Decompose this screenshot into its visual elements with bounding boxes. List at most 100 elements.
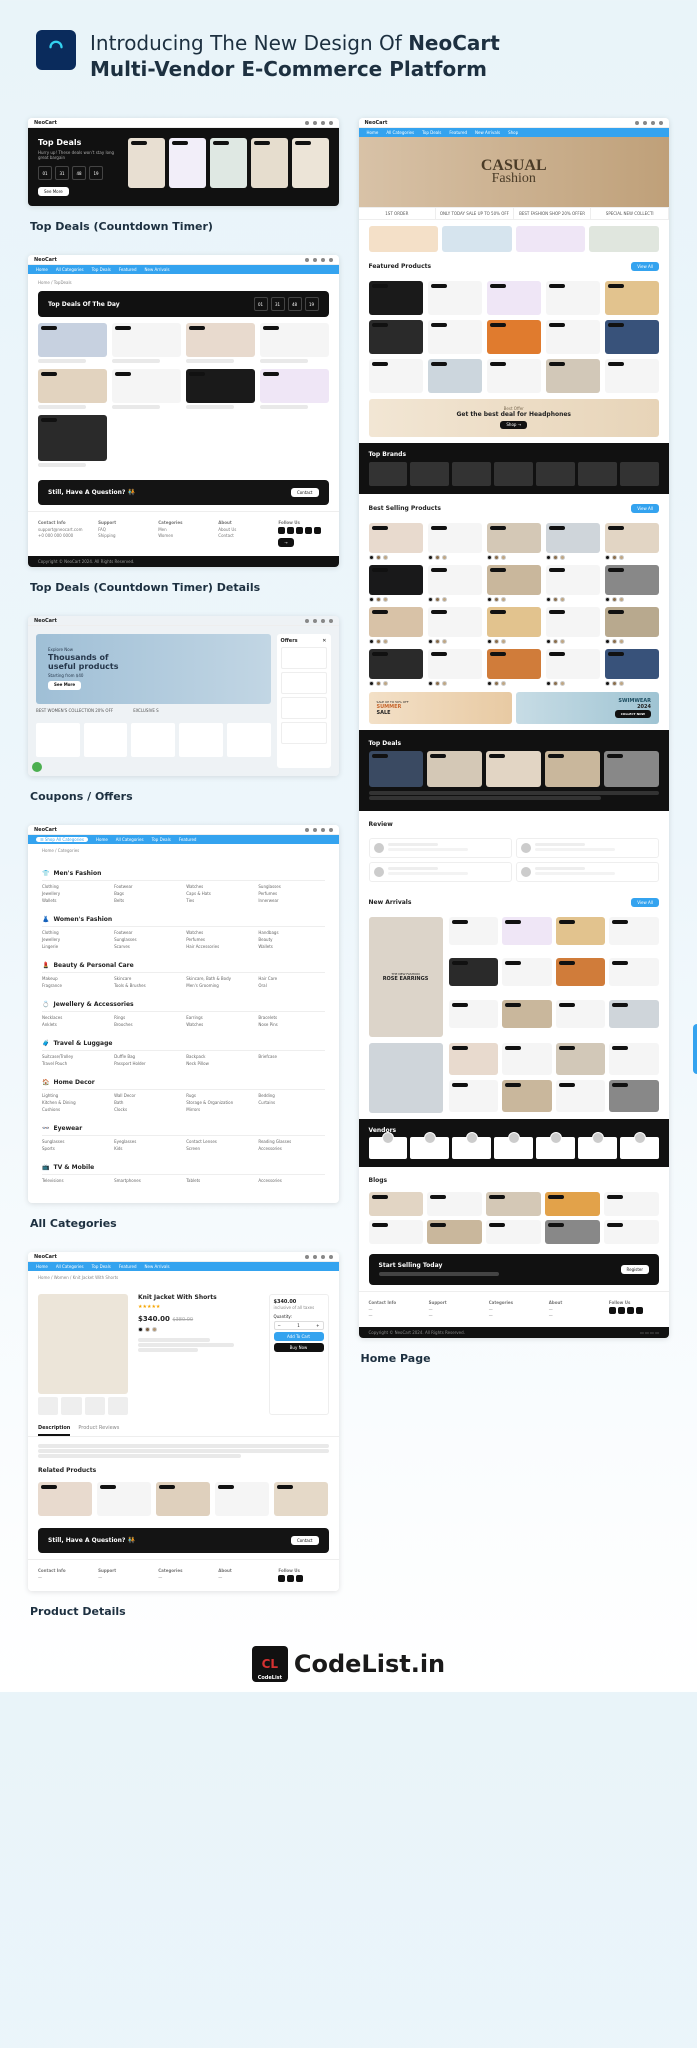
category-link[interactable]: Bedding — [258, 1093, 324, 1098]
product-card[interactable] — [487, 320, 541, 354]
product-card[interactable] — [369, 281, 423, 315]
product-card[interactable] — [605, 359, 659, 393]
product-card[interactable] — [369, 523, 423, 560]
vendor-card[interactable] — [536, 1137, 575, 1159]
contact-button[interactable]: Contact — [291, 1536, 319, 1545]
blog-card[interactable] — [427, 1220, 482, 1244]
category-link[interactable]: Scarves — [114, 944, 180, 949]
product-card[interactable] — [449, 1000, 499, 1028]
blog-card[interactable] — [545, 1220, 600, 1244]
category-link[interactable]: Caps & Hats — [186, 891, 252, 896]
product-card[interactable] — [97, 1482, 151, 1516]
product-card[interactable] — [449, 1043, 499, 1075]
deal-card[interactable] — [128, 138, 165, 188]
product-card[interactable] — [502, 958, 552, 986]
brand-tile[interactable] — [369, 462, 408, 486]
product-card[interactable] — [609, 1000, 659, 1028]
category-link[interactable]: Wallets — [42, 898, 108, 903]
see-more-button[interactable]: See More — [48, 681, 81, 690]
product-card[interactable] — [186, 369, 255, 410]
category-link[interactable]: Watches — [186, 930, 252, 935]
headphones-banner[interactable]: Best Offer Get the best deal for Headpho… — [369, 399, 660, 437]
category-link[interactable]: Cushions — [42, 1107, 108, 1112]
category-link[interactable]: Travel Pouch — [42, 1061, 108, 1066]
product-card[interactable] — [112, 369, 181, 410]
category-link[interactable]: Bath — [114, 1100, 180, 1105]
offer-card[interactable] — [281, 722, 327, 744]
category-link[interactable]: Perfumes — [258, 891, 324, 896]
category-link[interactable]: Eyeglasses — [114, 1139, 180, 1144]
category-link[interactable]: Skincare, Bath & Body — [186, 976, 252, 981]
category-link[interactable]: Duffle Bag — [114, 1054, 180, 1059]
swimwear-banner[interactable]: SWIMWEAR 2024 COLLECT NOW — [516, 692, 659, 724]
product-card[interactable] — [487, 281, 541, 315]
category-link[interactable]: Sunglasses — [258, 884, 324, 889]
product-card[interactable] — [546, 565, 600, 602]
category-tile[interactable] — [84, 723, 128, 757]
product-card[interactable] — [556, 1000, 606, 1028]
thumb[interactable] — [108, 1397, 128, 1415]
blog-card[interactable] — [427, 1192, 482, 1216]
category-link[interactable]: Passport Holder — [114, 1061, 180, 1066]
quantity-stepper[interactable]: −1+ — [274, 1321, 324, 1330]
category-link[interactable]: Lighting — [42, 1093, 108, 1098]
product-card[interactable] — [556, 917, 606, 945]
offer-card[interactable] — [281, 672, 327, 694]
product-card[interactable] — [487, 607, 541, 644]
category-link[interactable]: Footwear — [114, 930, 180, 935]
deal-card[interactable] — [369, 751, 424, 787]
category-link[interactable]: Belts — [114, 898, 180, 903]
product-card[interactable] — [546, 649, 600, 686]
product-card[interactable] — [156, 1482, 210, 1516]
offer-card[interactable] — [281, 697, 327, 719]
category-link[interactable]: Beauty — [258, 937, 324, 942]
promo-tile[interactable] — [589, 226, 659, 252]
subscribe-button[interactable]: → — [278, 538, 293, 547]
product-card[interactable] — [369, 359, 423, 393]
category-link[interactable]: Clocks — [114, 1107, 180, 1112]
category-link[interactable]: Bags — [114, 891, 180, 896]
category-link[interactable]: Tools & Brushes — [114, 983, 180, 988]
category-link[interactable]: Curtains — [258, 1100, 324, 1105]
category-link[interactable]: Footwear — [114, 884, 180, 889]
product-card[interactable] — [260, 369, 329, 410]
product-card[interactable] — [369, 649, 423, 686]
product-card[interactable] — [428, 649, 482, 686]
category-link[interactable] — [258, 1061, 324, 1066]
thumb[interactable] — [85, 1397, 105, 1415]
contact-button[interactable]: Contact — [291, 488, 319, 497]
category-link[interactable]: Jewellery — [42, 891, 108, 896]
category-link[interactable]: Sunglasses — [42, 1139, 108, 1144]
vendor-card[interactable] — [578, 1137, 617, 1159]
product-card[interactable] — [369, 320, 423, 354]
category-link[interactable]: Sunglasses — [114, 937, 180, 942]
product-card[interactable] — [369, 565, 423, 602]
product-card[interactable] — [487, 523, 541, 560]
product-card[interactable] — [546, 320, 600, 354]
deal-card[interactable] — [486, 751, 541, 787]
deal-card[interactable] — [251, 138, 288, 188]
product-card[interactable] — [556, 1043, 606, 1075]
vendor-card[interactable] — [494, 1137, 533, 1159]
product-card[interactable] — [605, 649, 659, 686]
category-link[interactable]: Lingerie — [42, 944, 108, 949]
category-link[interactable]: Reading Glasses — [258, 1139, 324, 1144]
brand-tile[interactable] — [410, 462, 449, 486]
category-tile[interactable] — [131, 723, 175, 757]
vendor-card[interactable] — [410, 1137, 449, 1159]
deal-card[interactable] — [545, 751, 600, 787]
main-image[interactable] — [38, 1294, 128, 1394]
category-link[interactable]: Hair Care — [258, 976, 324, 981]
category-tile[interactable] — [227, 723, 271, 757]
vendor-card[interactable] — [620, 1137, 659, 1159]
category-link[interactable]: Innerwear — [258, 898, 324, 903]
promo-tile[interactable] — [516, 226, 586, 252]
product-card[interactable] — [605, 320, 659, 354]
shop-now-button[interactable]: Shop → — [500, 421, 527, 430]
category-link[interactable]: Earrings — [186, 1015, 252, 1020]
category-tile[interactable] — [36, 723, 80, 757]
product-card[interactable] — [609, 917, 659, 945]
deal-card[interactable] — [169, 138, 206, 188]
product-card[interactable] — [112, 323, 181, 364]
product-card[interactable] — [609, 1080, 659, 1112]
